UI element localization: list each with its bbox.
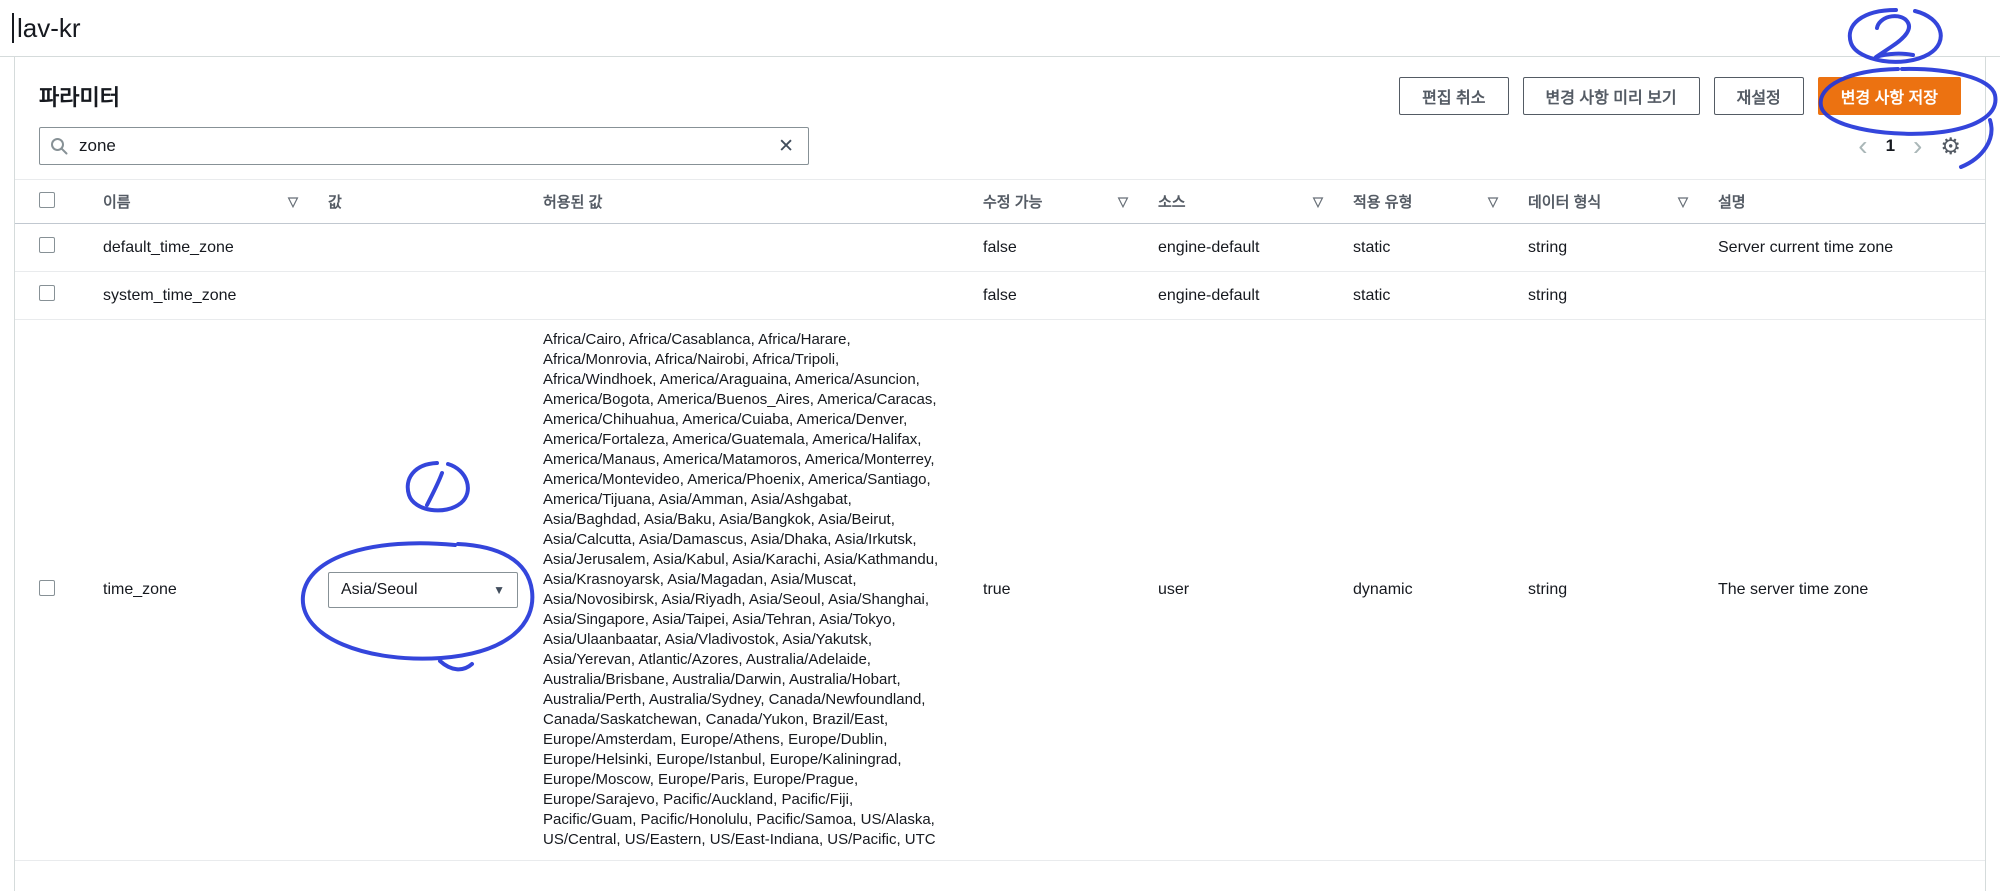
column-header-source: 소스 bbox=[1158, 194, 1186, 211]
column-header-allowed-values: 허용된 값 bbox=[543, 194, 603, 211]
cell-apply-type: dynamic bbox=[1341, 319, 1516, 861]
cell-modifiable: false bbox=[971, 223, 1146, 272]
column-header-value: 값 bbox=[328, 194, 342, 211]
filter-icon[interactable]: ▽ bbox=[1678, 194, 1688, 210]
cell-name: system_time_zone bbox=[91, 271, 316, 320]
cell-description bbox=[1706, 271, 1985, 320]
cell-description: The server time zone bbox=[1706, 319, 1985, 861]
filter-icon[interactable]: ▽ bbox=[1313, 194, 1323, 210]
cell-name: default_time_zone bbox=[91, 223, 316, 272]
table-toolbar: ✕ ‹ 1 › ⚙ bbox=[15, 127, 1985, 165]
clear-search-icon[interactable]: ✕ bbox=[774, 137, 798, 156]
cell-data-type: string bbox=[1516, 271, 1706, 320]
column-header-name: 이름 bbox=[103, 194, 131, 211]
row-checkbox[interactable] bbox=[39, 579, 55, 596]
page-header: lav-kr bbox=[0, 0, 2000, 57]
cell-modifiable: false bbox=[971, 271, 1146, 320]
settings-gear-icon[interactable]: ⚙ bbox=[1940, 134, 1961, 158]
table-row: system_time_zone false engine-default st… bbox=[15, 271, 1985, 320]
allowed-values-text: Africa/Cairo, Africa/Casablanca, Africa/… bbox=[543, 331, 939, 848]
cell-allowed-values: Africa/Cairo, Africa/Casablanca, Africa/… bbox=[531, 319, 971, 861]
row-checkbox[interactable] bbox=[39, 285, 55, 301]
pagination: ‹ 1 › ⚙ bbox=[1858, 132, 1961, 160]
cell-source: user bbox=[1146, 319, 1341, 861]
cell-data-type: string bbox=[1516, 319, 1706, 861]
page-title: lav-kr bbox=[17, 12, 81, 43]
select-all-checkbox[interactable] bbox=[39, 191, 55, 208]
cell-value bbox=[316, 271, 531, 320]
filter-icon[interactable]: ▽ bbox=[1488, 194, 1498, 210]
current-page[interactable]: 1 bbox=[1886, 136, 1895, 156]
cell-apply-type: static bbox=[1341, 223, 1516, 272]
save-changes-button[interactable]: 변경 사항 저장 bbox=[1817, 77, 1961, 115]
parameters-table: 이름 ▽ 값 허용된 값 수정 가능 ▽ 소스 ▽ 적용 유형 ▽ 데이터 형식 ▽ 설명… bbox=[15, 179, 1985, 861]
cell-modifiable: true bbox=[971, 319, 1146, 861]
preview-changes-button[interactable]: 변경 사항 미리 보기 bbox=[1522, 77, 1700, 115]
search-icon bbox=[51, 138, 68, 155]
reset-button[interactable]: 재설정 bbox=[1713, 77, 1804, 115]
dropdown-caret-icon: ▼ bbox=[493, 583, 505, 597]
filter-icon[interactable]: ▽ bbox=[1118, 194, 1128, 210]
filter-icon[interactable]: ▽ bbox=[288, 194, 298, 210]
cell-value: Asia/Seoul ▼ bbox=[316, 319, 531, 861]
search-box[interactable]: ✕ bbox=[39, 127, 809, 165]
next-page-icon[interactable]: › bbox=[1913, 132, 1922, 160]
action-buttons: 편집 취소 변경 사항 미리 보기 재설정 변경 사항 저장 bbox=[1399, 77, 1961, 115]
cell-data-type: string bbox=[1516, 223, 1706, 272]
parameters-panel: 파라미터 편집 취소 변경 사항 미리 보기 재설정 변경 사항 저장 ✕ ‹ … bbox=[14, 57, 1986, 891]
text-cursor bbox=[12, 13, 14, 43]
cancel-edit-button[interactable]: 편집 취소 bbox=[1399, 77, 1509, 115]
column-header-data-type: 데이터 형식 bbox=[1528, 194, 1602, 211]
cell-source: engine-default bbox=[1146, 223, 1341, 272]
rds-parameter-edit-page: lav-kr 파라미터 편집 취소 변경 사항 미리 보기 재설정 변경 사항 … bbox=[0, 0, 2000, 891]
search-input[interactable] bbox=[77, 135, 766, 157]
cell-name: time_zone bbox=[91, 319, 316, 861]
cell-source: engine-default bbox=[1146, 271, 1341, 320]
time-zone-select[interactable]: Asia/Seoul ▼ bbox=[328, 572, 518, 608]
panel-title: 파라미터 bbox=[39, 85, 120, 110]
table-row: default_time_zone false engine-default s… bbox=[15, 223, 1985, 272]
panel-header: 파라미터 편집 취소 변경 사항 미리 보기 재설정 변경 사항 저장 bbox=[15, 57, 1985, 127]
column-header-description: 설명 bbox=[1718, 194, 1746, 211]
select-value: Asia/Seoul bbox=[341, 581, 418, 598]
column-header-modifiable: 수정 가능 bbox=[983, 194, 1043, 211]
row-checkbox[interactable] bbox=[39, 237, 55, 253]
cell-apply-type: static bbox=[1341, 271, 1516, 320]
cell-value bbox=[316, 223, 531, 272]
cell-description: Server current time zone bbox=[1706, 223, 1985, 272]
table-row: time_zone Asia/Seoul ▼ Africa/Cairo, Afr… bbox=[15, 319, 1985, 861]
table-header: 이름 ▽ 값 허용된 값 수정 가능 ▽ 소스 ▽ 적용 유형 ▽ 데이터 형식 ▽ 설명 bbox=[15, 179, 1985, 224]
cell-allowed-values bbox=[531, 223, 971, 272]
cell-allowed-values bbox=[531, 271, 971, 320]
column-header-apply-type: 적용 유형 bbox=[1353, 194, 1413, 211]
previous-page-icon[interactable]: ‹ bbox=[1858, 132, 1867, 160]
